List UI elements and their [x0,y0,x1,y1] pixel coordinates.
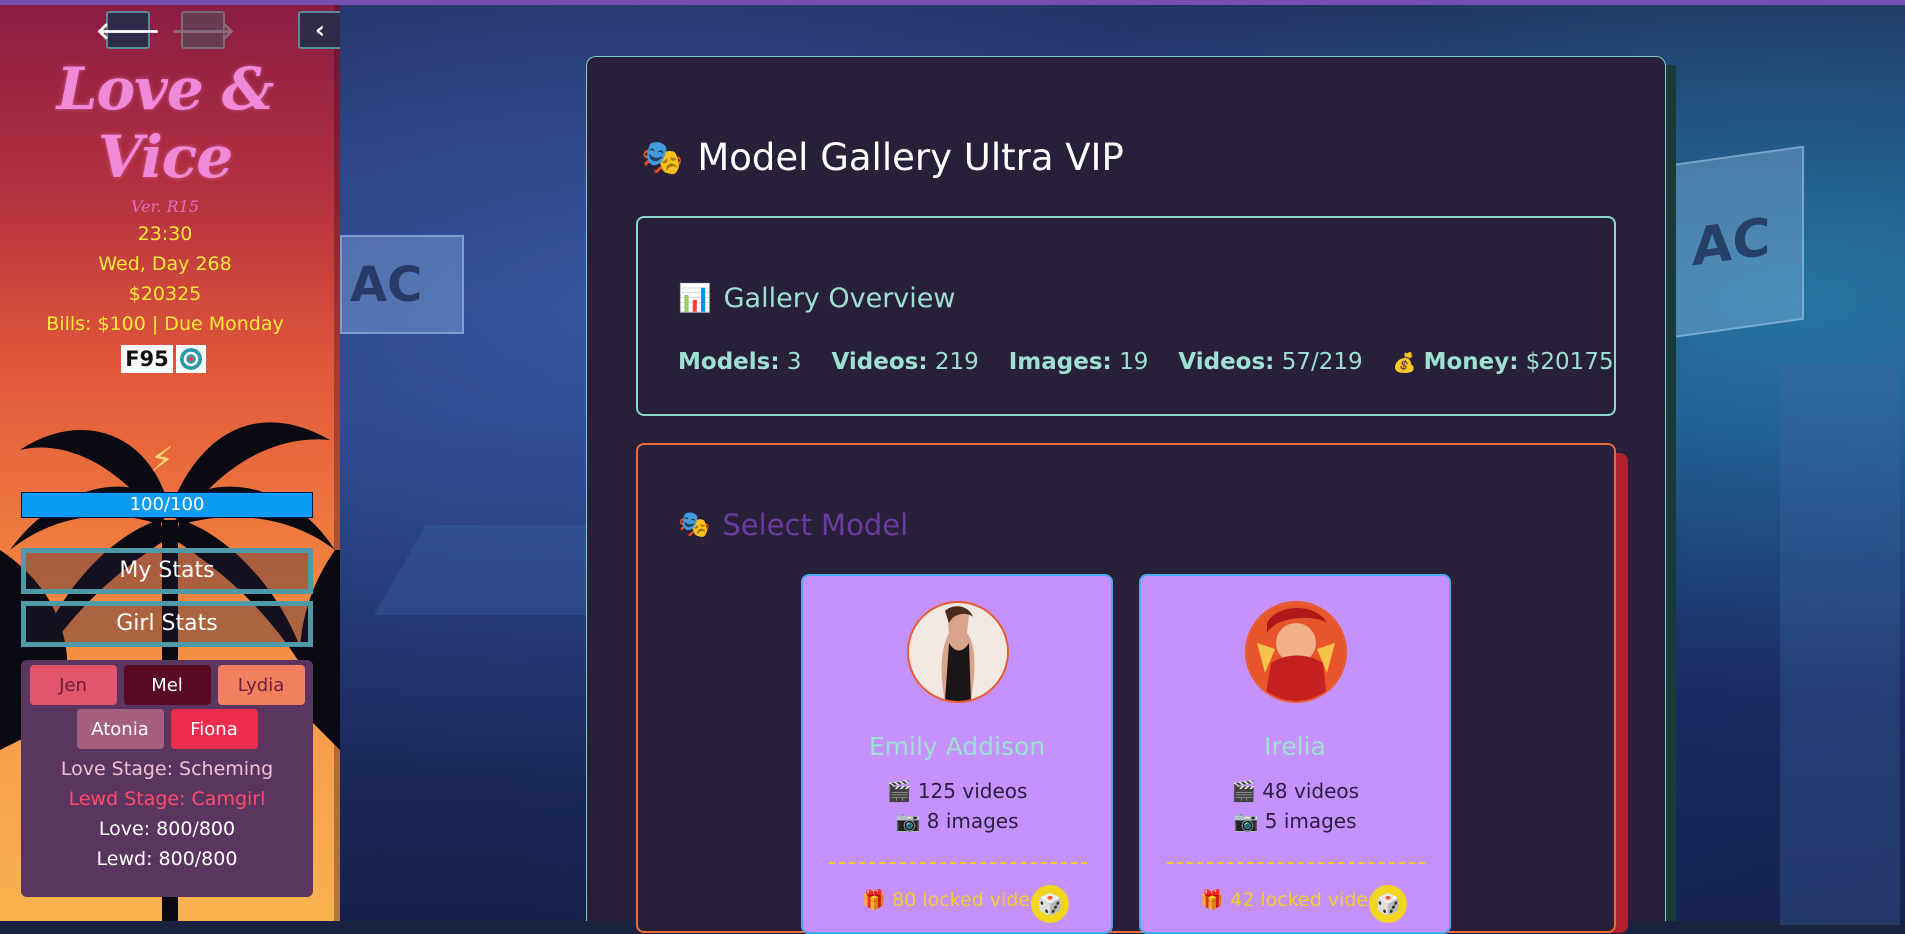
theater-masks-icon: 🎭 [641,137,684,178]
model-video-count: 🎬 48 videos [1230,779,1360,803]
select-model-title: 🎭 Select Model [678,508,908,542]
version-label: Ver. R15 [130,197,200,216]
clapperboard-icon: 🎬 [886,779,912,803]
gift-icon: 🎁 [862,889,887,911]
girl-tab-jen[interactable]: Jen [29,665,117,705]
separator [1167,862,1425,864]
camera-icon: 📷 [895,809,921,833]
page-title-text: Model Gallery Ultra VIP [697,136,1124,179]
page-title: 🎭 Model Gallery Ultra VIP [641,136,1124,179]
background-wall [1780,365,1900,925]
model-video-count: 🎬 125 videos [886,779,1028,803]
girl-tab-fiona[interactable]: Fiona [170,709,258,749]
avatar [907,601,1009,703]
dice-icon[interactable]: 🎲 [1031,885,1069,923]
avatar [1245,601,1347,703]
images-stat: Images: 19 [1008,349,1149,375]
background-sign: AC [340,235,464,334]
cash-label: $20325 [128,283,202,305]
model-image-count: 📷 8 images [895,809,1019,833]
sync-badge[interactable] [176,345,206,373]
my-stats-button[interactable]: My Stats [21,548,313,594]
model-image-count: 📷 5 images [1233,809,1357,833]
lewd-value: Lewd: 800/800 [96,848,238,870]
girl-tab-lydia[interactable]: Lydia [217,665,305,705]
money-bag-icon: 💰 [1392,352,1417,374]
background-sign: AC [1670,145,1804,339]
energy-bar: 100/100 [21,492,313,518]
bills-label: Bills: $100 | Due Monday [46,313,284,335]
clock-time: 23:30 [137,223,193,245]
girl-stats-panel: Jen Mel Lydia Atonia Fiona Love Stage: S… [21,660,313,897]
lewd-stage-label: Lewd Stage: Camgirl [68,788,266,810]
arrow-left-icon: 🡐 [95,16,161,45]
overview-title-text: Gallery Overview [723,282,956,314]
model-name: Emily Addison [868,732,1046,761]
badges: F95 [121,345,206,373]
sync-icon [180,348,202,370]
love-value: Love: 800/800 [98,818,236,840]
girl-tab-mel[interactable]: Mel [123,665,211,705]
select-model-card: 🎭 Select Model [636,443,1616,933]
collapse-sidebar-button[interactable]: ‹ [298,11,340,49]
gift-icon: 🎁 [1200,889,1225,911]
arrow-right-icon: 🡒 [170,16,236,45]
chevron-left-icon: ‹ [315,16,325,44]
theater-masks-icon: 🎭 [678,510,711,540]
game-logo: Love & Vice [56,55,275,191]
girl-tab-atonia[interactable]: Atonia [76,709,164,749]
videos-stat: Videos: 219 [831,349,979,375]
energy-value: 100/100 [129,494,205,515]
model-card-emily-addison[interactable]: Emily Addison 🎬 125 videos 📷 8 images 🎁 … [801,574,1113,934]
dice-icon[interactable]: 🎲 [1369,885,1407,923]
overview-stats: Models: 3 Videos: 219 Images: 19 Videos:… [678,349,1614,375]
clapperboard-icon: 🎬 [1230,779,1256,803]
models-stat: Models: 3 [678,349,802,375]
gallery-overview-card: 📊 Gallery Overview Models: 3 Videos: 219… [636,216,1616,416]
f95-badge[interactable]: F95 [121,345,173,373]
model-card-irelia[interactable]: Irelia 🎬 48 videos 📷 5 images 🎁 42 locke… [1139,574,1451,934]
sidebar: 🡐 🡒 ‹ Love & Vice Ver. R15 23:30 Wed, Da… [0,5,340,921]
camera-icon: 📷 [1233,809,1259,833]
back-button[interactable]: 🡐 [96,11,160,49]
love-stage-label: Love Stage: Scheming [60,758,274,780]
lightning-icon: ⚡ [150,440,174,480]
forward-button[interactable]: 🡒 [171,11,235,49]
unlocked-videos-stat: Videos: 57/219 [1178,349,1363,375]
model-name: Irelia [1264,732,1326,761]
select-model-title-text: Select Model [722,508,909,542]
overview-title: 📊 Gallery Overview [678,282,956,315]
date-label: Wed, Day 268 [98,253,232,275]
separator [829,862,1087,864]
girl-stats-button[interactable]: Girl Stats [21,601,313,647]
bar-chart-icon: 📊 [678,283,712,314]
money-stat: 💰 Money: $20175 [1392,349,1614,375]
